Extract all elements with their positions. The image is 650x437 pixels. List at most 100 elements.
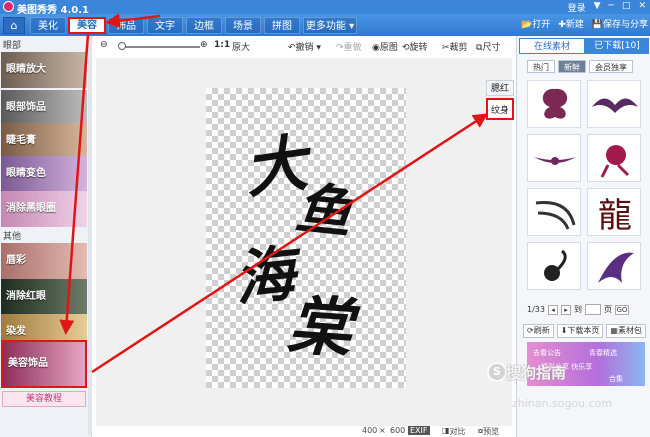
material-thumb[interactable] [587, 242, 641, 290]
zoom-ratio-button[interactable]: 1:1 [214, 40, 230, 50]
rose-tattoo-icon [600, 145, 630, 178]
tool-eye-color[interactable]: 眼睛变色 [1, 156, 87, 192]
tab-text[interactable]: 文字 [147, 17, 183, 34]
material-thumb[interactable] [587, 80, 641, 128]
tool-eye-accessory[interactable]: 眼部饰品 [1, 90, 87, 126]
zoom-in-icon[interactable]: ⊕ [200, 40, 208, 50]
ornament-tattoo-icon [534, 157, 576, 165]
material-thumb[interactable]: 龍 [587, 188, 641, 236]
preview-button[interactable]: ⧇ 预览 [478, 426, 499, 436]
new-button[interactable]: ✚新建 [558, 17, 584, 34]
material-thumb[interactable] [527, 242, 581, 290]
material-pager: 1/33 ◂ ▸ 到 页 GO [527, 304, 629, 315]
material-thumb[interactable] [527, 80, 581, 128]
image-width: 400 [362, 426, 378, 435]
material-thumb[interactable] [527, 188, 581, 236]
subtab-hot[interactable]: 热门 [527, 60, 555, 73]
next-page-icon[interactable]: ▸ [560, 304, 571, 315]
tab-downloaded[interactable]: 已下载[10] [585, 38, 649, 54]
tool-mascara[interactable]: 睫毛膏 [1, 123, 87, 159]
page-indicator: 1/33 [527, 305, 545, 314]
material-thumb[interactable] [527, 134, 581, 182]
material-grid: 龍 [527, 80, 645, 290]
promo-line-2: 青春精选 [589, 349, 617, 357]
home-button[interactable]: ⌂ [3, 17, 25, 34]
beauty-tutorial-button[interactable]: 美容教程 [2, 391, 86, 407]
dragon-character-icon: 龍 [598, 196, 632, 236]
original-size-button[interactable]: 原大 [232, 40, 250, 53]
tab-beautify[interactable]: 美化 [30, 17, 66, 34]
tribal-purple-tattoo-icon [598, 252, 634, 283]
page-input[interactable] [584, 304, 601, 315]
tab-border[interactable]: 边框 [186, 17, 222, 34]
menu-dropdown-icon[interactable]: ▼ [594, 1, 601, 14]
close-icon[interactable]: ✕ [638, 1, 646, 14]
prev-page-icon[interactable]: ◂ [547, 304, 558, 315]
rotate-button[interactable]: ⟲旋转 [402, 40, 428, 53]
subtab-new[interactable]: 新鲜 [558, 60, 586, 73]
zoom-out-icon[interactable]: ⊖ [100, 40, 108, 50]
tribal-tattoo-icon [592, 98, 638, 113]
main-nav: ⌂ 美化 美容 饰品 文字 边框 场景 拼图 更多功能 ▾ 📂打开 ✚新建 💾保… [0, 14, 650, 36]
left-panel-scrollbar[interactable] [88, 40, 92, 435]
save-share-button[interactable]: 💾保存与分享 [592, 17, 648, 34]
tab-online-materials[interactable]: 在线素材 [519, 38, 585, 54]
compare-button[interactable]: ◨ 对比 [442, 426, 466, 436]
material-thumb[interactable] [587, 134, 641, 182]
image-height: 600 [390, 426, 406, 435]
tutorial-label: 美容教程 [25, 394, 62, 404]
edit-toolbar: ⊖ ⊕ 1:1 原大 ↶撤销 ▾ ↷重做 ◉原图 ⟲旋转 ✂裁剪 ⧉尺寸 [96, 38, 512, 56]
size-button[interactable]: ⧉尺寸 [476, 40, 500, 53]
material-pack-button[interactable]: ▦素材包 [606, 324, 646, 338]
side-tab-blush[interactable]: 腮红 [486, 80, 514, 96]
download-page-button[interactable]: ⬇下载本页 [556, 324, 604, 338]
section-eye-label: 眼部 [3, 41, 22, 51]
original-image-button[interactable]: ◉原图 [372, 40, 398, 53]
side-tab-tattoo[interactable]: 纹身 [486, 98, 514, 120]
login-link[interactable]: 登录 [568, 1, 586, 14]
tab-accessories[interactable]: 饰品 [108, 17, 144, 34]
refresh-button[interactable]: ⟳刷新 [523, 324, 554, 338]
image-canvas[interactable]: 大 鱼 海 棠 [206, 88, 406, 388]
butterfly-tattoo-icon [542, 88, 568, 119]
tab-scene[interactable]: 场景 [225, 17, 261, 34]
canvas-area: 大 鱼 海 棠 [96, 58, 512, 426]
status-bar: 400 × 600 EXIF ◨ 对比 ⧇ 预览 [96, 426, 512, 437]
undo-button[interactable]: ↶撤销 ▾ [288, 40, 321, 53]
redo-button[interactable]: ↷重做 [336, 40, 362, 53]
open-button[interactable]: 📂打开 [521, 17, 550, 34]
scorpion-tattoo-icon [544, 249, 567, 281]
tool-lip-color[interactable]: 唇彩 [1, 243, 87, 279]
tab-collage[interactable]: 拼图 [264, 17, 300, 34]
minimize-icon[interactable]: ─ [609, 1, 614, 14]
home-icon: ⌂ [10, 19, 18, 32]
page-unit-label: 页 [603, 305, 612, 314]
title-bar: 美图秀秀 4.0.1 登录 ▼ ─ □ ✕ [0, 0, 650, 16]
promo-line-4: 合集 [609, 375, 623, 383]
zoom-slider-thumb[interactable] [118, 42, 126, 50]
tool-beauty-accessories[interactable]: 美容饰品 [1, 340, 87, 388]
calligraphy-char-2: 鱼 [292, 175, 355, 247]
exif-button[interactable]: EXIF [408, 426, 430, 435]
maximize-icon[interactable]: □ [622, 1, 631, 14]
crop-button[interactable]: ✂裁剪 [442, 40, 468, 53]
app-logo-icon [3, 1, 14, 12]
promo-line-1: 去看公告 [533, 349, 561, 357]
section-other-label: 其他 [3, 232, 22, 242]
tool-eye-enlarge[interactable]: 眼睛放大 [1, 52, 87, 88]
go-button[interactable]: GO [614, 304, 629, 315]
watermark-text: 搜狗指南 [506, 364, 567, 382]
tool-remove-red-eye[interactable]: 消除红眼 [1, 279, 87, 315]
tab-more-functions[interactable]: 更多功能 ▾ [303, 17, 357, 34]
tool-remove-dark-circles[interactable]: 消除黑眼圈 [1, 191, 87, 227]
tab-beauty[interactable]: 美容 [68, 17, 106, 34]
svg-text:龍: 龍 [598, 196, 632, 236]
swirl-tattoo-icon [535, 200, 576, 230]
subtab-members[interactable]: 会员独享 [589, 60, 633, 73]
times-sign: × [379, 426, 386, 435]
zoom-slider[interactable] [120, 46, 200, 48]
beauty-tools-panel: 眼部 眼睛放大 眼部饰品 睫毛膏 眼睛变色 消除黑眼圈 其他 唇彩 消除红眼 染… [0, 36, 92, 437]
goto-label: 到 [573, 305, 582, 314]
calligraphy-char-3: 海 [231, 239, 299, 315]
calligraphy-char-4: 棠 [285, 287, 355, 368]
